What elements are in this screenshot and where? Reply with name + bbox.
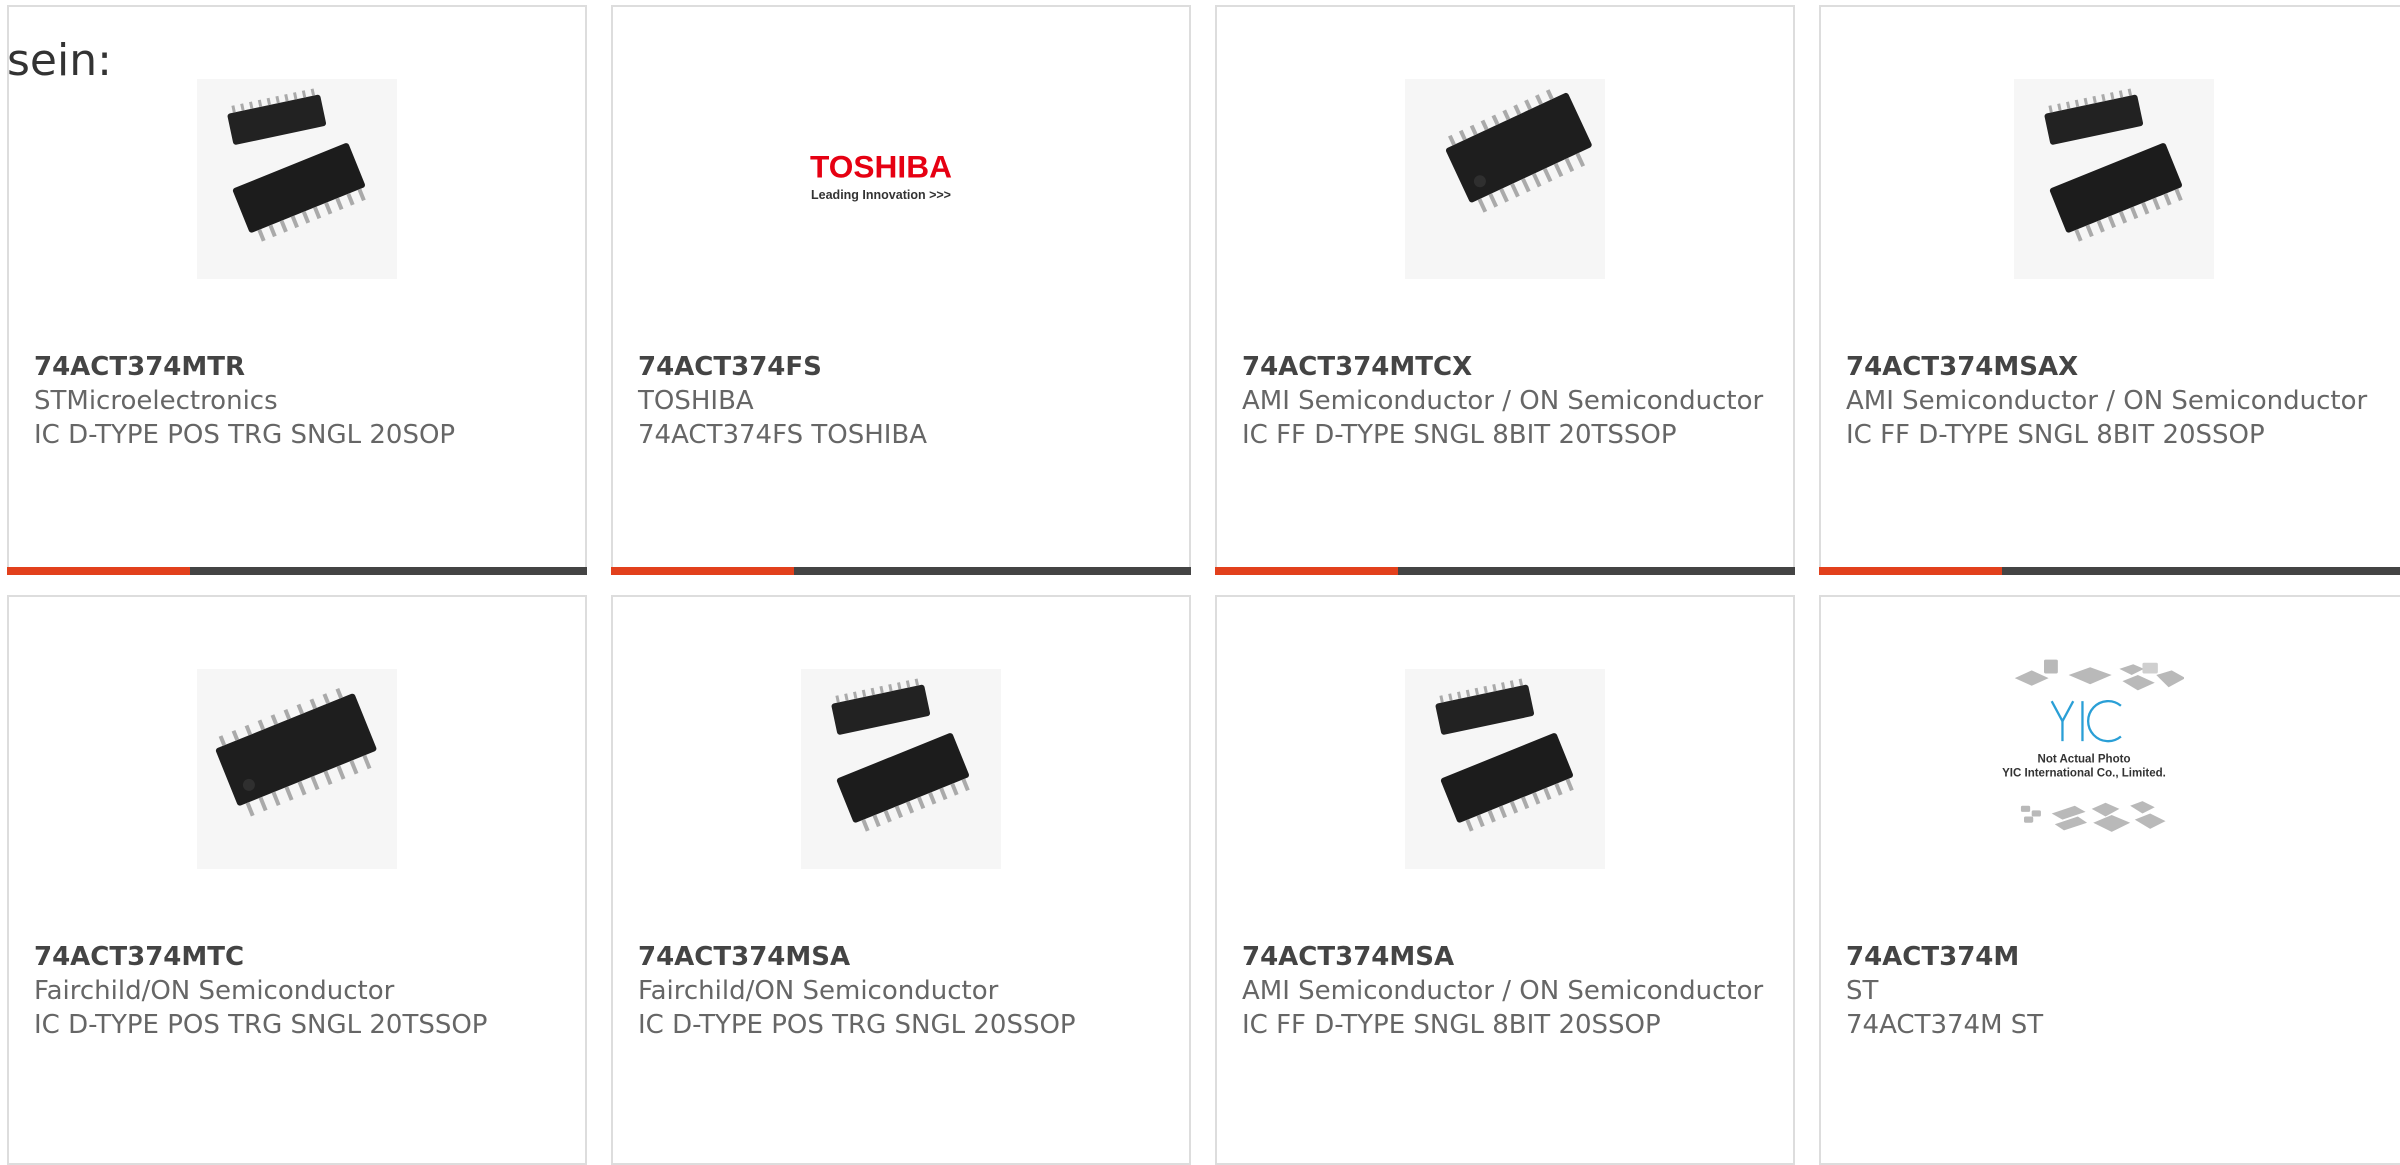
description: IC FF D-TYPE SNGL 8BIT 20SSOP (1846, 420, 2265, 450)
part-number[interactable]: 74ACT374MTCX (1242, 350, 1773, 384)
product-card[interactable]: 74ACT374MTCX AMI Semiconductor / ON Semi… (1215, 5, 1795, 575)
manufacturer: Fairchild/ON Semiconductor (34, 976, 395, 1006)
yic-placeholder-image: Not Actual Photo YIC International Co., … (1984, 655, 2244, 915)
product-card[interactable]: 74ACT374MTR STMicroelectronics IC D-TYPE… (7, 5, 587, 575)
card-bar (1819, 567, 2400, 575)
product-card[interactable]: TOSHIBA Leading Innovation >>> 74ACT374F… (611, 5, 1191, 575)
description: IC D-TYPE POS TRG SNGL 20SOP (34, 420, 456, 450)
placeholder-line1: Not Actual Photo (2038, 754, 2131, 766)
manufacturer: AMI Semiconductor / ON Semiconductor (1242, 386, 1764, 416)
product-card[interactable]: 74ACT374MSAX AMI Semiconductor / ON Semi… (1819, 5, 2400, 575)
card-bar-accent (1819, 567, 2002, 575)
card-bar-accent (7, 567, 190, 575)
placeholder-line2: YIC International Co., Limited. (2002, 768, 2166, 780)
description: IC D-TYPE POS TRG SNGL 20TSSOP (34, 1010, 488, 1040)
description: 74ACT374FS TOSHIBA (638, 420, 928, 450)
part-number[interactable]: 74ACT374FS (638, 350, 1169, 384)
card-bar (611, 567, 1191, 575)
card-bar (7, 567, 587, 575)
description: 74ACT374M ST (1846, 1010, 2044, 1040)
description: IC FF D-TYPE SNGL 8BIT 20TSSOP (1242, 420, 1677, 450)
chip-ssop-pair-icon (197, 79, 397, 279)
product-card[interactable]: 74ACT374MSA AMI Semiconductor / ON Semic… (1215, 595, 1795, 1165)
part-number[interactable]: 74ACT374MTR (34, 350, 565, 384)
product-card[interactable]: 74ACT374MTC Fairchild/ON Semiconductor I… (7, 595, 587, 1165)
card-bar-accent (1215, 567, 1398, 575)
part-number[interactable]: 74ACT374MSAX (1846, 350, 2387, 384)
manufacturer: ST (1846, 976, 1879, 1006)
card-bar-accent (611, 567, 794, 575)
chip-ssop-pair-icon (801, 669, 1001, 869)
description: IC FF D-TYPE SNGL 8BIT 20SSOP (1242, 1010, 1661, 1040)
manufacturer: Fairchild/ON Semiconductor (638, 976, 999, 1006)
chip-ssop-pair-icon (1405, 669, 1605, 869)
part-number[interactable]: 74ACT374MSA (1242, 940, 1773, 974)
product-card[interactable]: 74ACT374MSA Fairchild/ON Semiconductor I… (611, 595, 1191, 1165)
manufacturer: AMI Semiconductor / ON Semiconductor (1242, 976, 1764, 1006)
intro-text: sein: (7, 35, 112, 86)
toshiba-logo: TOSHIBA Leading Innovation >>> (781, 79, 1021, 279)
logo-text: TOSHIBA (810, 148, 952, 184)
logo-tagline: Leading Innovation >>> (811, 188, 951, 202)
manufacturer: TOSHIBA (638, 386, 754, 416)
product-card[interactable]: Not Actual Photo YIC International Co., … (1819, 595, 2400, 1165)
part-number[interactable]: 74ACT374MSA (638, 940, 1169, 974)
manufacturer: STMicroelectronics (34, 386, 278, 416)
chip-ssop-pair-icon (2014, 79, 2214, 279)
chip-tssop-icon (1405, 79, 1605, 279)
part-number[interactable]: 74ACT374M (1846, 940, 2387, 974)
manufacturer: AMI Semiconductor / ON Semiconductor (1846, 386, 2368, 416)
chip-tssop-icon (197, 669, 397, 869)
description: IC D-TYPE POS TRG SNGL 20SSOP (638, 1010, 1076, 1040)
card-bar (1215, 567, 1795, 575)
part-number[interactable]: 74ACT374MTC (34, 940, 565, 974)
